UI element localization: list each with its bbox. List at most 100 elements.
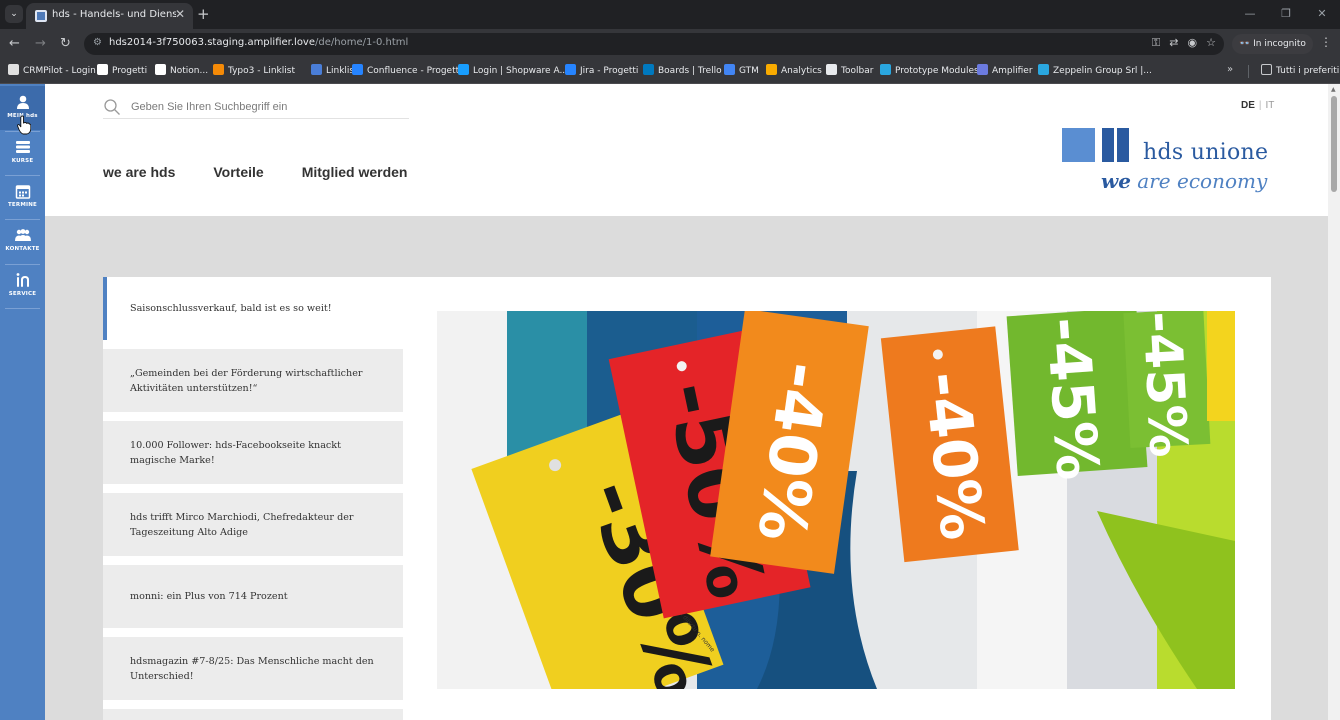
- bookmark-item[interactable]: Toolbar: [826, 64, 873, 79]
- scrollbar-thumb[interactable]: [1331, 96, 1337, 192]
- logo-slogan: we are economy: [1101, 169, 1267, 193]
- bookmark-item[interactable]: Boards | Trello: [643, 64, 722, 79]
- address-url[interactable]: hds2014-3f750063.staging.amplifier.love/…: [109, 37, 408, 48]
- bookmark-item[interactable]: Login | Shopware A...: [458, 64, 568, 79]
- bookmark-item[interactable]: Amplifier: [977, 64, 1033, 79]
- bookmark-favicon-icon: [97, 64, 108, 75]
- tag-minus-45-b: -45%: [1123, 311, 1211, 459]
- bookmark-item[interactable]: CRMPilot - Login: [8, 64, 96, 79]
- url-host: hds2014-3f750063.staging.amplifier.love: [109, 37, 316, 48]
- bookmark-item[interactable]: Notion...: [155, 64, 208, 79]
- bookmark-favicon-icon: [8, 64, 19, 75]
- news-item[interactable]: hds trifft Mirco Marchiodi, Chefredakteu…: [103, 493, 403, 556]
- bookmark-item[interactable]: Confluence - Progetti: [352, 64, 462, 79]
- bookmark-item[interactable]: Typo3 - Linklist: [213, 64, 295, 79]
- site-info-icon[interactable]: ⚙: [93, 37, 102, 48]
- logo-mark-bar: [1102, 128, 1114, 162]
- incognito-badge[interactable]: 👓 In incognito: [1232, 34, 1313, 54]
- sale-tags-photo: -30% Ramnu dilsrtu n. nome -50% -40% -40…: [437, 311, 1235, 689]
- bookmark-label: Toolbar: [841, 66, 874, 76]
- restore-button[interactable]: ❐: [1268, 0, 1304, 29]
- bookmark-favicon-icon: [880, 64, 891, 75]
- news-item[interactable]: Saisonschlussverkauf, bald ist es so wei…: [103, 277, 403, 340]
- tab-search-button[interactable]: ⌄: [5, 5, 23, 23]
- bookmark-favicon-icon: [565, 64, 576, 75]
- bookmark-item[interactable]: Progetti: [97, 64, 147, 79]
- news-item[interactable]: „Gemeinden bei der Förderung wirtschaftl…: [103, 349, 403, 412]
- tracking-eye-icon[interactable]: ◉: [1188, 36, 1198, 50]
- minimize-button[interactable]: —: [1232, 0, 1268, 29]
- web-page: we are hds Vorteile Mitglied werden DE| I…: [0, 84, 1340, 720]
- search-input[interactable]: [131, 97, 408, 117]
- new-tab-button[interactable]: +: [197, 5, 210, 23]
- news-item[interactable]: hdsmagazin #7-8/25: Das Menschliche mach…: [103, 637, 403, 700]
- nav-mitglied-werden[interactable]: Mitglied werden: [302, 164, 408, 180]
- all-bookmarks-folder[interactable]: Tutti i preferiti: [1261, 64, 1339, 79]
- bookmark-favicon-icon: [311, 64, 322, 75]
- forward-icon[interactable]: →: [35, 36, 46, 52]
- bookmark-favicon-icon: [766, 64, 777, 75]
- rail-item-kontakte[interactable]: KONTAKTE: [0, 219, 45, 263]
- lang-de[interactable]: DE: [1241, 100, 1255, 111]
- group-icon: [14, 229, 31, 241]
- bookmark-item[interactable]: GTM: [724, 64, 759, 79]
- logo-mark-square: [1062, 128, 1095, 162]
- site-header: we are hds Vorteile Mitglied werden DE| I…: [45, 84, 1328, 216]
- bookmark-favicon-icon: [213, 64, 224, 75]
- news-title: Saisonschlussverkauf, bald ist es so wei…: [130, 303, 332, 314]
- translate-icon[interactable]: ⇄: [1169, 36, 1178, 50]
- password-key-icon[interactable]: ⚿: [1152, 36, 1160, 50]
- service-icon: [16, 273, 29, 287]
- scroll-up-arrow-icon[interactable]: ▲: [1331, 86, 1336, 93]
- browser-tab[interactable]: hds - Handels- und Dienstleistu... ✕: [26, 3, 193, 29]
- hds-logo[interactable]: hds unione we are economy: [1062, 128, 1277, 200]
- bookmark-favicon-icon: [458, 64, 469, 75]
- news-title: monni: ein Plus von 714 Prozent: [130, 591, 288, 602]
- bookmark-favicon-icon: [977, 64, 988, 75]
- hero-image[interactable]: -30% Ramnu dilsrtu n. nome -50% -40% -40…: [437, 311, 1235, 689]
- rail-label: KONTAKTE: [5, 246, 40, 252]
- address-bar[interactable]: ⚙ hds2014-3f750063.staging.amplifier.lov…: [84, 33, 1224, 55]
- language-switcher: DE | IT: [1241, 100, 1274, 111]
- bookmark-favicon-icon: [1038, 64, 1049, 75]
- bookmark-label: Boards | Trello: [658, 66, 722, 76]
- page-scrollbar[interactable]: ▲: [1328, 84, 1340, 720]
- back-icon[interactable]: ←: [9, 36, 20, 52]
- calendar-icon: [15, 185, 30, 199]
- bookmark-label: Analytics: [781, 66, 822, 76]
- bookmark-item[interactable]: Prototype Modules: [880, 64, 979, 79]
- incognito-icon: 👓: [1239, 39, 1251, 49]
- rail-label: TERMINE: [7, 202, 38, 208]
- books-icon: [15, 141, 30, 153]
- news-item[interactable]: monni: ein Plus von 714 Prozent: [103, 565, 403, 628]
- news-item-partial[interactable]: [103, 709, 403, 720]
- bookmark-item[interactable]: Jira - Progetti: [565, 64, 638, 79]
- news-item[interactable]: 10.000 Follower: hds-Facebookseite knack…: [103, 421, 403, 484]
- url-path: /de/home/1-0.html: [315, 37, 409, 48]
- logo-slogan-bold: we: [1101, 169, 1131, 193]
- rail-item-termine[interactable]: TERMINE: [0, 175, 45, 219]
- bookmark-item[interactable]: Analytics: [766, 64, 822, 79]
- search-icon[interactable]: [103, 98, 121, 116]
- bookmark-favicon-icon: [643, 64, 654, 75]
- browser-menu-icon[interactable]: ⋮: [1320, 35, 1332, 49]
- logo-mark-bar: [1117, 128, 1129, 162]
- reload-icon[interactable]: ↻: [60, 36, 71, 52]
- close-window-button[interactable]: ✕: [1304, 0, 1340, 29]
- browser-toolbar: ← → ↻ ⚙ hds2014-3f750063.staging.amplifi…: [0, 29, 1340, 59]
- news-title: „Gemeinden bei der Förderung wirtschaftl…: [130, 367, 363, 394]
- bookmark-item[interactable]: Zeppelin Group Srl |...: [1038, 64, 1152, 79]
- yellow-tag-edge: [1207, 311, 1235, 421]
- bookmark-favicon-icon: [352, 64, 363, 75]
- bookmark-label: Zeppelin Group Srl |...: [1053, 66, 1152, 76]
- rail-item-service[interactable]: SERVICE: [0, 264, 45, 308]
- bookmark-star-icon[interactable]: ☆: [1206, 36, 1216, 50]
- nav-we-are-hds[interactable]: we are hds: [103, 164, 175, 180]
- lang-it[interactable]: IT: [1266, 100, 1275, 111]
- tab-close-icon[interactable]: ✕: [175, 7, 185, 21]
- news-title: 10.000 Follower: hds-Facebookseite knack…: [130, 439, 341, 466]
- bookmark-label: Progetti: [112, 66, 148, 76]
- rail-item-kurse[interactable]: KURSE: [0, 131, 45, 175]
- nav-vorteile[interactable]: Vorteile: [213, 164, 263, 180]
- bookmarks-overflow-button[interactable]: »: [1227, 64, 1233, 75]
